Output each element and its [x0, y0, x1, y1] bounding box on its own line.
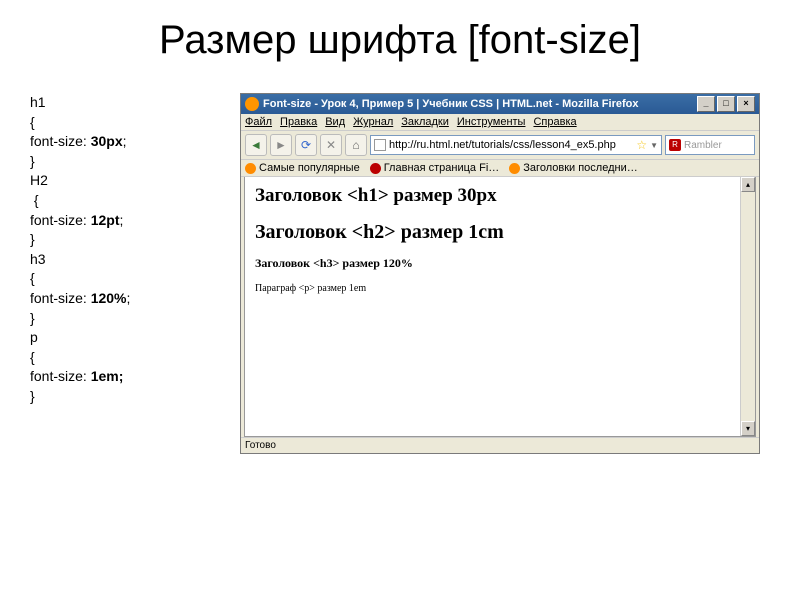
code-line: }	[30, 152, 230, 172]
stop-button[interactable]: ✕	[320, 134, 342, 156]
vertical-scrollbar[interactable]: ▴ ▾	[740, 177, 755, 436]
url-input[interactable]	[389, 139, 633, 151]
bookmarks-toolbar: Самые популярные Главная страница Fi… За…	[241, 160, 759, 177]
bookmark-popular[interactable]: Самые популярные	[245, 162, 360, 174]
scroll-down-icon[interactable]: ▾	[741, 421, 755, 436]
menu-file[interactable]: Файл	[245, 116, 272, 128]
window-titlebar: Font-size - Урок 4, Пример 5 | Учебник C…	[241, 94, 759, 114]
content-area: h1 { font-size: 30px; } H2 { font-size: …	[0, 73, 800, 454]
code-line: {	[30, 113, 230, 133]
menu-view[interactable]: Вид	[325, 116, 345, 128]
code-line: {	[30, 348, 230, 368]
bookmark-icon	[370, 163, 381, 174]
menu-history[interactable]: Журнал	[353, 116, 393, 128]
menu-bookmarks[interactable]: Закладки	[401, 116, 449, 128]
code-line: }	[30, 387, 230, 407]
code-line: font-size: 12pt;	[30, 211, 230, 231]
code-line: }	[30, 309, 230, 329]
nav-toolbar: ◄ ► ⟳ ✕ ⌂ ☆ ▼ R Rambler	[241, 131, 759, 160]
rendered-h3: Заголовок <h3> размер 120%	[255, 256, 745, 271]
scroll-up-icon[interactable]: ▴	[741, 177, 755, 192]
code-line: {	[30, 269, 230, 289]
browser-screenshot: Font-size - Урок 4, Пример 5 | Учебник C…	[240, 93, 770, 454]
home-button[interactable]: ⌂	[345, 134, 367, 156]
bookmark-star-icon[interactable]: ☆	[636, 138, 647, 152]
back-button[interactable]: ◄	[245, 134, 267, 156]
code-line: H2	[30, 171, 230, 191]
forward-button[interactable]: ►	[270, 134, 292, 156]
rambler-icon: R	[669, 139, 681, 151]
menu-help[interactable]: Справка	[533, 116, 576, 128]
close-button[interactable]: ×	[737, 96, 755, 112]
menu-edit[interactable]: Правка	[280, 116, 317, 128]
rendered-h1: Заголовок <h1> размер 30px	[255, 185, 745, 207]
search-placeholder: Rambler	[684, 140, 722, 151]
firefox-icon	[245, 97, 259, 111]
rendered-h2: Заголовок <h2> размер 1cm	[255, 221, 745, 244]
code-line: h3	[30, 250, 230, 270]
code-line: font-size: 120%;	[30, 289, 230, 309]
menu-bar: Файл Правка Вид Журнал Закладки Инструме…	[241, 114, 759, 131]
rendered-p: Параграф <p> размер 1em	[255, 283, 745, 294]
bookmark-firefox-home[interactable]: Главная страница Fi…	[370, 162, 500, 174]
browser-window: Font-size - Урок 4, Пример 5 | Учебник C…	[240, 93, 760, 454]
bookmark-headlines[interactable]: Заголовки последни…	[509, 162, 637, 174]
status-text: Готово	[245, 440, 276, 451]
bookmark-icon	[245, 163, 256, 174]
address-bar[interactable]: ☆ ▼	[370, 135, 662, 155]
status-bar: Готово	[241, 437, 759, 453]
code-line: h1	[30, 93, 230, 113]
code-line: font-size: 30px;	[30, 132, 230, 152]
page-favicon	[374, 139, 386, 151]
code-line: font-size: 1em;	[30, 367, 230, 387]
search-box[interactable]: R Rambler	[665, 135, 755, 155]
minimize-button[interactable]: _	[697, 96, 715, 112]
menu-tools[interactable]: Инструменты	[457, 116, 526, 128]
code-line: {	[30, 191, 230, 211]
reload-button[interactable]: ⟳	[295, 134, 317, 156]
dropdown-icon[interactable]: ▼	[650, 141, 658, 150]
window-title: Font-size - Урок 4, Пример 5 | Учебник C…	[263, 98, 638, 110]
maximize-button[interactable]: □	[717, 96, 735, 112]
page-viewport: Заголовок <h1> размер 30px Заголовок <h2…	[244, 177, 756, 437]
code-line: p	[30, 328, 230, 348]
css-code-block: h1 { font-size: 30px; } H2 { font-size: …	[30, 93, 230, 454]
bookmark-icon	[509, 163, 520, 174]
slide-title: Размер шрифта [font-size]	[0, 0, 800, 73]
code-line: }	[30, 230, 230, 250]
